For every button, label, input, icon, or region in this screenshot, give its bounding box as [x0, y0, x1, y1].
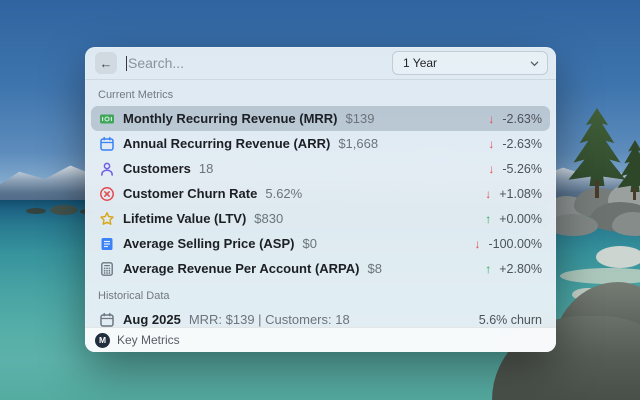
metric-title: Customers [123, 161, 191, 176]
chevron-down-icon [530, 59, 539, 68]
metric-change: -5.26% [502, 161, 542, 176]
shallow-white-boulder [596, 246, 640, 268]
search-input[interactable] [128, 55, 392, 71]
key-metrics-window: ← 1 Year Current Metrics Monthly Recurri… [85, 47, 556, 352]
metric-change: -2.63% [502, 111, 542, 126]
metric-row-ltv[interactable]: Lifetime Value (LTV) $830 ↑ +0.00% [91, 206, 550, 231]
historical-title: Aug 2025 [123, 312, 181, 327]
metric-row-arpa[interactable]: Average Revenue Per Account (ARPA) $8 ↑ … [91, 256, 550, 281]
app-name: Key Metrics [117, 333, 180, 347]
circle-x-icon [99, 186, 115, 202]
metric-title: Lifetime Value (LTV) [123, 211, 247, 226]
metric-value: $1,668 [338, 136, 379, 151]
metric-value: $139 [345, 111, 375, 126]
period-dropdown-value: 1 Year [403, 56, 438, 70]
trend-down-icon: ↓ [488, 136, 495, 151]
results-list: Current Metrics Monthly Recurring Revenu… [85, 80, 556, 332]
metric-row-churn[interactable]: Customer Churn Rate 5.62% ↓ +1.08% [91, 181, 550, 206]
metric-title: Average Selling Price (ASP) [123, 236, 295, 251]
metric-change: +2.80% [499, 261, 542, 276]
back-arrow-icon: ← [99, 55, 113, 71]
pine-tree-trunk [595, 180, 599, 198]
trend-down-icon: ↓ [474, 236, 481, 251]
period-dropdown[interactable]: 1 Year [392, 51, 548, 75]
water-rock [26, 208, 46, 214]
text-caret [126, 55, 127, 71]
metric-value: $8 [367, 261, 382, 276]
app-logo-icon: M [95, 332, 110, 348]
historical-detail: MRR: $139 | Customers: 18 [188, 312, 350, 327]
metric-title: Average Revenue Per Account (ARPA) [123, 261, 360, 276]
window-footer: M Key Metrics [85, 327, 556, 352]
trend-down-icon: ↓ [485, 186, 492, 201]
metric-change: +1.08% [499, 186, 542, 201]
calendar-icon [99, 312, 115, 328]
metric-value: $830 [254, 211, 284, 226]
section-header-historical-data: Historical Data [98, 290, 170, 302]
calendar-icon [99, 136, 115, 152]
metric-value: 18 [198, 161, 214, 176]
metric-value: $0 [302, 236, 317, 251]
back-button[interactable]: ← [95, 52, 117, 74]
trend-up-icon: ↑ [485, 211, 492, 226]
metric-row-customers[interactable]: Customers 18 ↓ -5.26% [91, 156, 550, 181]
metric-row-asp[interactable]: Average Selling Price (ASP) $0 ↓ -100.00… [91, 231, 550, 256]
metric-row-mrr[interactable]: Monthly Recurring Revenue (MRR) $139 ↓ -… [91, 106, 550, 131]
window-header: ← 1 Year [85, 47, 556, 80]
metric-title: Monthly Recurring Revenue (MRR) [123, 111, 338, 126]
water-rock [50, 205, 78, 215]
section-header-current-metrics: Current Metrics [98, 89, 174, 101]
metric-change: -100.00% [488, 236, 542, 251]
metric-change: -2.63% [502, 136, 542, 151]
metric-change: +0.00% [499, 211, 542, 226]
metric-row-arr[interactable]: Annual Recurring Revenue (ARR) $1,668 ↓ … [91, 131, 550, 156]
metric-value: 5.62% [265, 186, 303, 201]
metric-title: Customer Churn Rate [123, 186, 258, 201]
pine-tree-small-trunk [633, 188, 636, 200]
person-icon [99, 161, 115, 177]
historical-churn: 5.6% churn [478, 312, 542, 327]
calculator-icon [99, 261, 115, 277]
star-icon [99, 211, 115, 227]
trend-down-icon: ↓ [488, 111, 495, 126]
trend-up-icon: ↑ [485, 261, 492, 276]
receipt-icon [99, 236, 115, 252]
banknote-icon [99, 111, 115, 127]
trend-down-icon: ↓ [488, 161, 495, 176]
metric-title: Annual Recurring Revenue (ARR) [123, 136, 331, 151]
